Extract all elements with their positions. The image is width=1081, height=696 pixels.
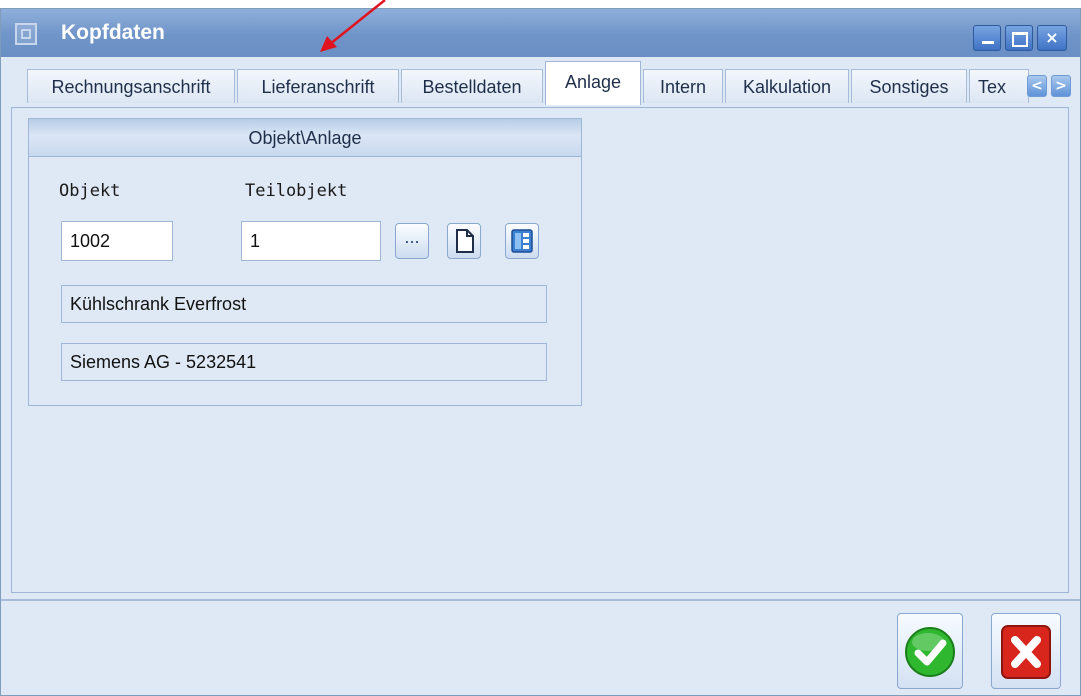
footer-separator — [1, 599, 1080, 601]
maximize-icon — [1012, 32, 1028, 47]
tab-rechnungsanschrift[interactable]: Rechnungsanschrift — [27, 69, 235, 103]
objekt-label: Objekt — [59, 181, 121, 201]
close-icon: × — [1045, 28, 1059, 47]
app-icon — [15, 23, 37, 45]
browse-label: ... — [404, 228, 420, 247]
new-document-icon — [456, 229, 474, 253]
cancel-button[interactable] — [991, 613, 1061, 689]
manufacturer-field: Siemens AG - 5232541 — [61, 343, 547, 381]
tab-intern[interactable]: Intern — [643, 69, 723, 103]
tab-sonstiges[interactable]: Sonstiges — [851, 69, 967, 103]
objekt-anlage-group: Objekt\Anlage Objekt Teilobjekt 1002 1 .… — [28, 118, 582, 406]
browse-button[interactable]: ... — [395, 223, 429, 259]
group-title: Objekt\Anlage — [29, 119, 581, 157]
teilobjekt-label: Teilobjekt — [245, 181, 348, 201]
tab-bar: Rechnungsanschrift Lieferanschrift Beste… — [1, 57, 1080, 109]
tab-texte[interactable]: Tex — [969, 69, 1029, 103]
dialog-window: Kopfdaten × Rechnungsanschrift Lieferans… — [0, 8, 1081, 696]
tab-content-panel: Objekt\Anlage Objekt Teilobjekt 1002 1 .… — [11, 107, 1069, 593]
description-field: Kühlschrank Everfrost — [61, 285, 547, 323]
tab-anlage[interactable]: Anlage — [545, 61, 641, 105]
minimize-icon — [982, 41, 994, 44]
tab-scroll-left-button[interactable]: < — [1027, 75, 1047, 97]
tab-scroll-right-button[interactable]: > — [1051, 75, 1071, 97]
maximize-button[interactable] — [1005, 25, 1033, 51]
details-panel-button[interactable] — [505, 223, 539, 259]
minimize-button[interactable] — [973, 25, 1001, 51]
tab-bestelldaten[interactable]: Bestelldaten — [401, 69, 543, 103]
objekt-input[interactable]: 1002 — [61, 221, 173, 261]
cancel-x-icon — [1001, 625, 1051, 679]
close-button[interactable]: × — [1037, 25, 1067, 51]
new-document-button[interactable] — [447, 223, 481, 259]
tab-kalkulation[interactable]: Kalkulation — [725, 69, 849, 103]
tab-lieferanschrift[interactable]: Lieferanschrift — [237, 69, 399, 103]
checkmark-icon — [905, 627, 955, 677]
ok-button[interactable] — [897, 613, 963, 689]
teilobjekt-input[interactable]: 1 — [241, 221, 381, 261]
title-bar[interactable]: Kopfdaten × — [1, 9, 1080, 57]
details-panel-icon — [511, 229, 533, 253]
window-title: Kopfdaten — [61, 21, 165, 44]
